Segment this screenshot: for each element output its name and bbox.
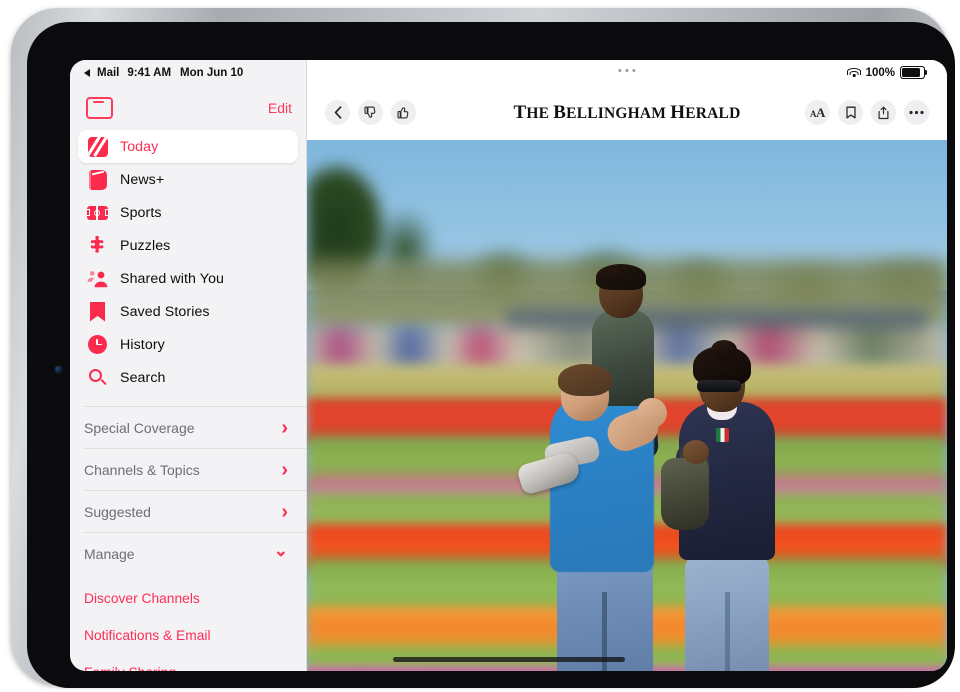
photo-people bbox=[307, 140, 947, 671]
sidebar-item-history[interactable]: History bbox=[78, 328, 298, 361]
manage-item-family-sharing[interactable]: Family Sharing bbox=[84, 654, 306, 671]
masthead-part: HE bbox=[526, 105, 549, 122]
ipad-bezel: Mail 9:41 AM Mon Jun 10 100% Edit bbox=[27, 22, 955, 688]
sidebar-item-search[interactable]: Search bbox=[78, 361, 298, 394]
sidebar-item-label: Search bbox=[120, 370, 166, 386]
woman-jeans-seam bbox=[725, 592, 730, 671]
woman-handbag bbox=[661, 458, 709, 530]
sidebar-item-label: Puzzles bbox=[120, 238, 170, 254]
man-hair bbox=[558, 364, 612, 396]
sidebar-item-news-plus[interactable]: News+ bbox=[78, 163, 298, 196]
sidebar-item-puzzles[interactable]: Puzzles bbox=[78, 229, 298, 262]
home-indicator[interactable] bbox=[393, 657, 625, 662]
sidebar-item-saved-stories[interactable]: Saved Stories bbox=[78, 295, 298, 328]
thumbs-up-icon[interactable] bbox=[391, 100, 416, 125]
more-ellipsis-icon[interactable] bbox=[904, 100, 929, 125]
sidebar-section-suggested[interactable]: Suggested bbox=[84, 490, 306, 532]
masthead-part: ERALD bbox=[685, 105, 740, 122]
sidebar-item-label: Sports bbox=[120, 205, 162, 221]
toolbar-left-group bbox=[325, 100, 416, 125]
sports-field-icon bbox=[86, 201, 109, 224]
text-size-aa-icon[interactable]: AA bbox=[805, 100, 830, 125]
screenshot-stage: Mail 9:41 AM Mon Jun 10 100% Edit bbox=[0, 0, 960, 692]
sidebar-sections: Special Coverage Channels & Topics Sugge… bbox=[70, 406, 306, 574]
toolbar-right-group: AA bbox=[805, 100, 929, 125]
sidebar-item-label: Saved Stories bbox=[120, 304, 210, 320]
section-label: Suggested bbox=[84, 504, 151, 520]
article-pane: THE BELLINGHAM HERALD AA bbox=[307, 60, 947, 671]
woman-hand bbox=[683, 440, 709, 464]
woman-hair-bun bbox=[711, 340, 737, 360]
woman-sweater-crest bbox=[716, 428, 729, 442]
section-label: Channels & Topics bbox=[84, 462, 200, 478]
chevron-left-icon[interactable] bbox=[325, 100, 350, 125]
ipad-device-frame: Mail 9:41 AM Mon Jun 10 100% Edit bbox=[11, 8, 949, 684]
article-lead-photo bbox=[307, 140, 947, 671]
sidebar-item-shared-with-you[interactable]: Shared with You bbox=[78, 262, 298, 295]
sidebar-nav-list: Today News+ Sports bbox=[70, 130, 306, 394]
edit-button[interactable]: Edit bbox=[268, 100, 292, 116]
search-icon bbox=[86, 366, 109, 389]
sidebar-item-label: Today bbox=[120, 139, 158, 155]
section-label: Manage bbox=[84, 546, 135, 562]
sidebar-section-channels-topics[interactable]: Channels & Topics bbox=[84, 448, 306, 490]
ipad-screen: Mail 9:41 AM Mon Jun 10 100% Edit bbox=[70, 60, 947, 671]
boy-hair bbox=[596, 264, 646, 290]
chevron-right-icon[interactable] bbox=[281, 502, 288, 522]
sidebar-item-sports[interactable]: Sports bbox=[78, 196, 298, 229]
sidebar-item-label: Shared with You bbox=[120, 271, 224, 287]
folder-icon[interactable] bbox=[86, 97, 113, 119]
sidebar-item-label: History bbox=[120, 337, 165, 353]
shared-people-icon bbox=[86, 267, 109, 290]
share-icon[interactable] bbox=[871, 100, 896, 125]
manage-item-notifications-email[interactable]: Notifications & Email bbox=[84, 617, 306, 654]
text-size-big-a: A bbox=[816, 105, 825, 120]
news-plus-icon bbox=[86, 168, 109, 191]
masthead-part: B bbox=[553, 102, 566, 123]
sidebar-item-label: News+ bbox=[120, 172, 164, 188]
thumbs-down-icon[interactable] bbox=[358, 100, 383, 125]
chevron-down-icon[interactable] bbox=[274, 545, 288, 562]
drag-handle-dots-icon[interactable] bbox=[618, 69, 635, 72]
man-hand bbox=[637, 398, 667, 428]
bookmark-icon[interactable] bbox=[838, 100, 863, 125]
manage-items-list: Discover Channels Notifications & Email … bbox=[70, 574, 306, 671]
bookmark-icon bbox=[86, 300, 109, 323]
publication-masthead: THE BELLINGHAM HERALD bbox=[514, 102, 741, 124]
sidebar-section-special-coverage[interactable]: Special Coverage bbox=[84, 406, 306, 448]
woman-sunglasses bbox=[697, 380, 741, 392]
masthead-part: H bbox=[670, 102, 685, 123]
puzzle-piece-icon bbox=[86, 234, 109, 257]
front-camera-icon bbox=[55, 366, 62, 373]
apple-news-icon bbox=[86, 135, 109, 158]
clock-icon bbox=[86, 333, 109, 356]
manage-item-discover-channels[interactable]: Discover Channels bbox=[84, 580, 306, 617]
section-label: Special Coverage bbox=[84, 420, 195, 436]
chevron-right-icon[interactable] bbox=[281, 418, 288, 438]
masthead-part: T bbox=[514, 102, 527, 123]
sidebar-item-today[interactable]: Today bbox=[78, 130, 298, 163]
masthead-part: ELLINGHAM bbox=[566, 105, 666, 122]
chevron-right-icon[interactable] bbox=[281, 460, 288, 480]
sidebar: Edit Today News+ bbox=[70, 60, 307, 671]
sidebar-header: Edit bbox=[70, 85, 306, 130]
sidebar-section-manage[interactable]: Manage bbox=[84, 532, 306, 574]
article-toolbar: THE BELLINGHAM HERALD AA bbox=[307, 85, 947, 140]
